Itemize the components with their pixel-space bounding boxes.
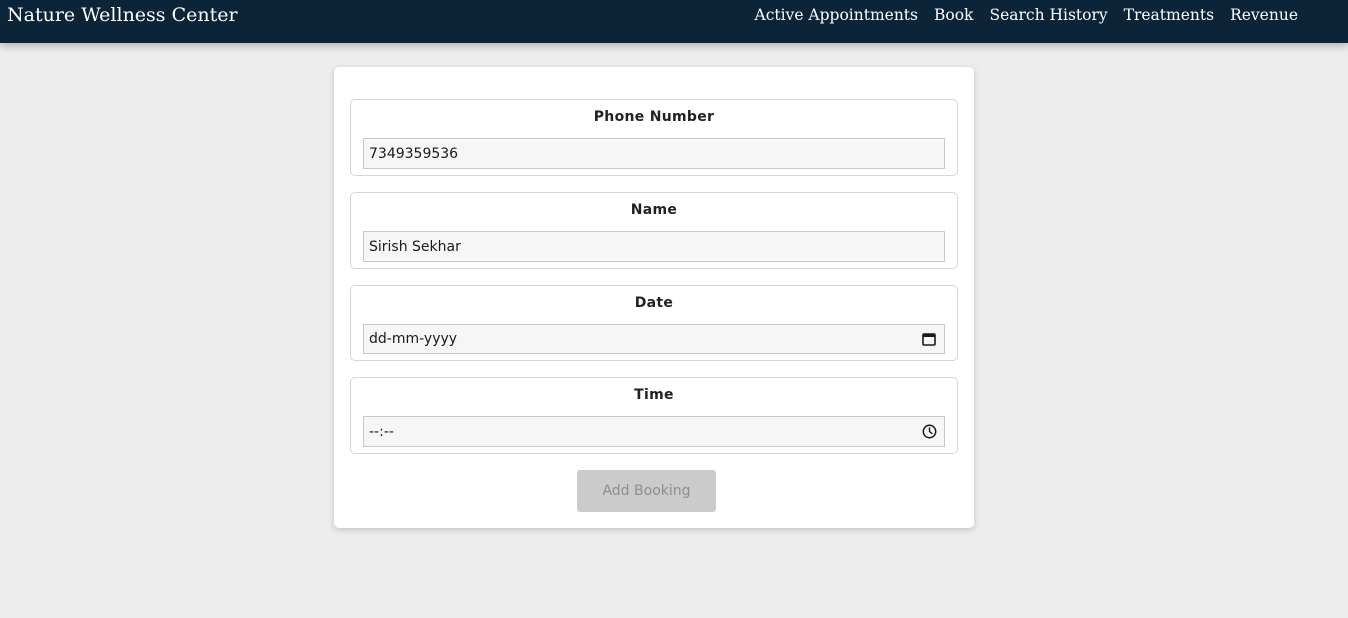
phone-input[interactable]: 7349359536 [363, 138, 945, 169]
nav-links: Active Appointments Book Search History … [755, 3, 1299, 27]
phone-label: Phone Number [593, 109, 715, 125]
booking-form-card: Phone Number 7349359536 Name Sirish Sekh… [334, 67, 974, 528]
date-field-group: Date dd-mm-yyyy [350, 285, 958, 361]
name-field-group: Name Sirish Sekhar [350, 192, 958, 269]
phone-value: 7349359536 [369, 145, 459, 162]
nav-link-search-history[interactable]: Search History [989, 3, 1107, 27]
clock-icon[interactable] [921, 424, 937, 440]
brand-title[interactable]: Nature Wellness Center [7, 2, 238, 28]
time-value: --:-- [369, 423, 394, 440]
nav-link-revenue[interactable]: Revenue [1230, 3, 1298, 27]
time-input[interactable]: --:-- [363, 416, 945, 447]
add-booking-button[interactable]: Add Booking [577, 470, 716, 512]
phone-field-group: Phone Number 7349359536 [350, 99, 958, 176]
calendar-icon[interactable] [921, 331, 937, 347]
name-value: Sirish Sekhar [369, 238, 461, 255]
time-label: Time [634, 387, 674, 403]
date-input[interactable]: dd-mm-yyyy [363, 324, 945, 354]
time-field-group: Time --:-- [350, 377, 958, 454]
nav-link-treatments[interactable]: Treatments [1124, 3, 1214, 27]
name-input[interactable]: Sirish Sekhar [363, 231, 945, 262]
nav-link-active-appointments[interactable]: Active Appointments [755, 3, 919, 27]
date-value: dd-mm-yyyy [369, 331, 458, 347]
name-label: Name [630, 202, 678, 218]
top-navbar: Nature Wellness Center Active Appointmen… [0, 0, 1348, 43]
date-label: Date [634, 295, 674, 311]
nav-link-book[interactable]: Book [934, 3, 973, 27]
